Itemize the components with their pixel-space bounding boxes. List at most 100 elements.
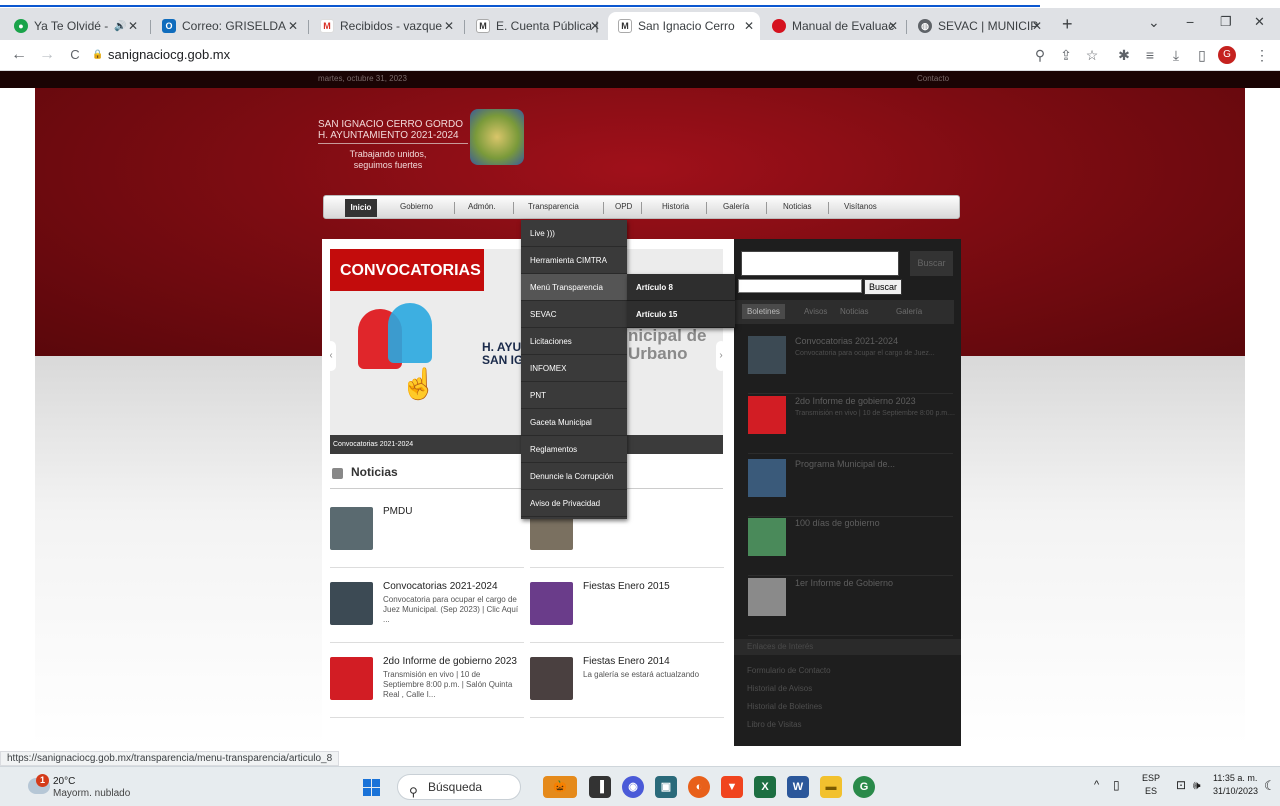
- sidebar-item-title[interactable]: Convocatorias 2021-2024: [795, 336, 898, 346]
- lock-icon[interactable]: 🔒: [92, 49, 103, 60]
- download-icon[interactable]: ⤓: [1166, 45, 1186, 65]
- file-explorer-icon[interactable]: ▬: [820, 776, 842, 798]
- nav-inicio[interactable]: Inicio: [345, 199, 377, 217]
- menu-item-cimtra[interactable]: Herramienta CIMTRA: [521, 247, 627, 274]
- tab-sevac[interactable]: ◍ SEVAC | MUNICIP ✕: [908, 12, 1048, 40]
- close-icon[interactable]: ✕: [288, 19, 298, 33]
- menu-item-reglamentos[interactable]: Reglamentos: [521, 436, 627, 463]
- sidebar-item[interactable]: Programa Municipal de...: [748, 459, 953, 517]
- news-item[interactable]: Fiestas Enero 2015: [530, 577, 724, 643]
- sidebar-thumb[interactable]: [748, 459, 786, 497]
- menu-item-menu-transparencia[interactable]: Menú Transparencia: [521, 274, 627, 301]
- sidebar-thumb[interactable]: [748, 336, 786, 374]
- menu-item-aviso-privacidad[interactable]: Aviso de Privacidad: [521, 490, 627, 517]
- brave-icon[interactable]: ▼: [721, 776, 743, 798]
- news-thumb[interactable]: [530, 582, 573, 625]
- network-icon[interactable]: ⊡: [1176, 778, 1186, 792]
- menu-item-licitaciones[interactable]: Licitaciones: [521, 328, 627, 355]
- close-icon[interactable]: ✕: [1032, 19, 1042, 33]
- profile-avatar[interactable]: G: [1218, 46, 1236, 64]
- tab-active-san-ignacio[interactable]: M San Ignacio Cerro ✕: [608, 12, 760, 40]
- nav-opd[interactable]: OPD: [615, 202, 632, 211]
- excel-icon[interactable]: X: [754, 776, 776, 798]
- slider-prev-button[interactable]: ‹: [330, 341, 336, 371]
- close-icon[interactable]: ✕: [744, 19, 754, 33]
- reload-button[interactable]: C: [64, 44, 86, 66]
- menu-item-live[interactable]: Live ))): [521, 220, 627, 247]
- restore-button[interactable]: ❐: [1220, 14, 1232, 30]
- sidebar-thumb[interactable]: [748, 518, 786, 556]
- reading-list-icon[interactable]: ≡: [1140, 45, 1160, 65]
- news-thumb[interactable]: [330, 582, 373, 625]
- tab-manual[interactable]: ● Manual de Evaluac ✕: [762, 12, 904, 40]
- news-thumb[interactable]: [330, 657, 373, 700]
- tab-noticias[interactable]: Noticias: [840, 307, 868, 316]
- close-icon[interactable]: ✕: [590, 19, 600, 33]
- weather-temp[interactable]: 20°C: [53, 776, 75, 787]
- calendar-icon[interactable]: ▣: [655, 776, 677, 798]
- usb-icon[interactable]: ▯: [1113, 778, 1120, 792]
- language-indicator[interactable]: ESP: [1142, 773, 1160, 783]
- menu-item-denuncie[interactable]: Denuncie la Corrupción: [521, 463, 627, 490]
- submenu-articulo-15[interactable]: Artículo 15: [627, 301, 735, 328]
- tab-mail[interactable]: O Correo: GRISELDA ✕: [152, 12, 304, 40]
- news-title[interactable]: Fiestas Enero 2015: [583, 581, 723, 592]
- firefox-icon[interactable]: ◐: [688, 776, 710, 798]
- tab-galeria[interactable]: Galería: [896, 307, 922, 316]
- news-thumb[interactable]: [530, 657, 573, 700]
- taskbar-search[interactable]: ⚲ Búsqueda: [397, 774, 521, 800]
- sidebar-item-title[interactable]: 2do Informe de gobierno 2023: [795, 396, 916, 406]
- tab-avisos[interactable]: Avisos: [804, 307, 827, 316]
- sidebar-item[interactable]: 2do Informe de gobierno 2023 Transmisión…: [748, 396, 955, 454]
- news-title[interactable]: 2do Informe de gobierno 2023: [383, 656, 523, 667]
- close-window-button[interactable]: ✕: [1254, 14, 1265, 30]
- tab-search-button[interactable]: ⌄: [1148, 14, 1160, 31]
- extensions-icon[interactable]: ✱: [1114, 45, 1134, 65]
- nav-historia[interactable]: Historia: [662, 202, 689, 211]
- zoom-icon[interactable]: ⚲: [1030, 45, 1050, 65]
- sidebar-item-title[interactable]: Programa Municipal de...: [795, 459, 895, 469]
- news-item[interactable]: Convocatorias 2021-2024 Convocatoria par…: [330, 577, 524, 643]
- sidebar-thumb[interactable]: [748, 396, 786, 434]
- menu-item-sevac[interactable]: SEVAC: [521, 301, 627, 328]
- tab-cuenta-publica[interactable]: M E. Cuenta Pública | ✕: [466, 12, 606, 40]
- sidebar-thumb[interactable]: [748, 578, 786, 616]
- forward-button[interactable]: →: [36, 44, 58, 66]
- sidebar-item[interactable]: Convocatorias 2021-2024 Convocatoria par…: [748, 336, 953, 394]
- audio-icon[interactable]: 🔊: [114, 21, 126, 32]
- task-view-icon[interactable]: ▐: [589, 776, 611, 798]
- slider-next-button[interactable]: ›: [716, 341, 723, 371]
- chat-icon[interactable]: ◉: [622, 776, 644, 798]
- municipal-seal-logo[interactable]: [470, 109, 524, 165]
- minimize-button[interactable]: −: [1186, 14, 1194, 30]
- share-icon[interactable]: ⇪: [1056, 45, 1076, 65]
- news-title[interactable]: Convocatorias 2021-2024: [383, 581, 523, 592]
- widgets-icon[interactable]: 🎃: [543, 776, 577, 798]
- word-icon[interactable]: W: [787, 776, 809, 798]
- search-button-dark[interactable]: Buscar: [910, 251, 953, 276]
- tab-music[interactable]: ● Ya Te Olvidé - 🔊 ✕: [4, 12, 144, 40]
- news-item[interactable]: PMDU: [330, 502, 524, 568]
- search-input-secondary[interactable]: [738, 279, 862, 293]
- focus-moon-icon[interactable]: ☾: [1264, 778, 1276, 794]
- search-input[interactable]: [741, 251, 899, 276]
- top-link-underline[interactable]: [0, 0, 1040, 7]
- sidebar-item-title[interactable]: 100 días de gobierno: [795, 518, 880, 528]
- close-icon[interactable]: ✕: [128, 19, 138, 33]
- nav-gobierno[interactable]: Gobierno: [400, 202, 433, 211]
- nav-admon[interactable]: Admón.: [468, 202, 496, 211]
- address-bar[interactable]: sanignaciocg.gob.mx: [108, 43, 998, 67]
- chevron-up-icon[interactable]: ^: [1094, 779, 1099, 791]
- news-item[interactable]: Fiestas Enero 2014 La galería se estará …: [530, 652, 724, 718]
- site-logo-text[interactable]: SAN IGNACIO CERRO GORDO H. AYUNTAMIENTO …: [318, 119, 468, 144]
- back-button[interactable]: ←: [8, 44, 30, 66]
- link-formulario-contacto[interactable]: Formulario de Contacto: [747, 666, 831, 675]
- menu-item-infomex[interactable]: INFOMEX: [521, 355, 627, 382]
- clock-date[interactable]: 31/10/2023: [1213, 786, 1258, 796]
- nav-transparencia[interactable]: Transparencia: [528, 202, 579, 211]
- menu-icon[interactable]: ⋮: [1252, 45, 1272, 65]
- news-item[interactable]: 2do Informe de gobierno 2023 Transmisión…: [330, 652, 524, 718]
- volume-icon[interactable]: 🕪: [1193, 778, 1201, 793]
- news-title[interactable]: PMDU: [383, 506, 523, 517]
- news-title[interactable]: Fiestas Enero 2014: [583, 656, 723, 667]
